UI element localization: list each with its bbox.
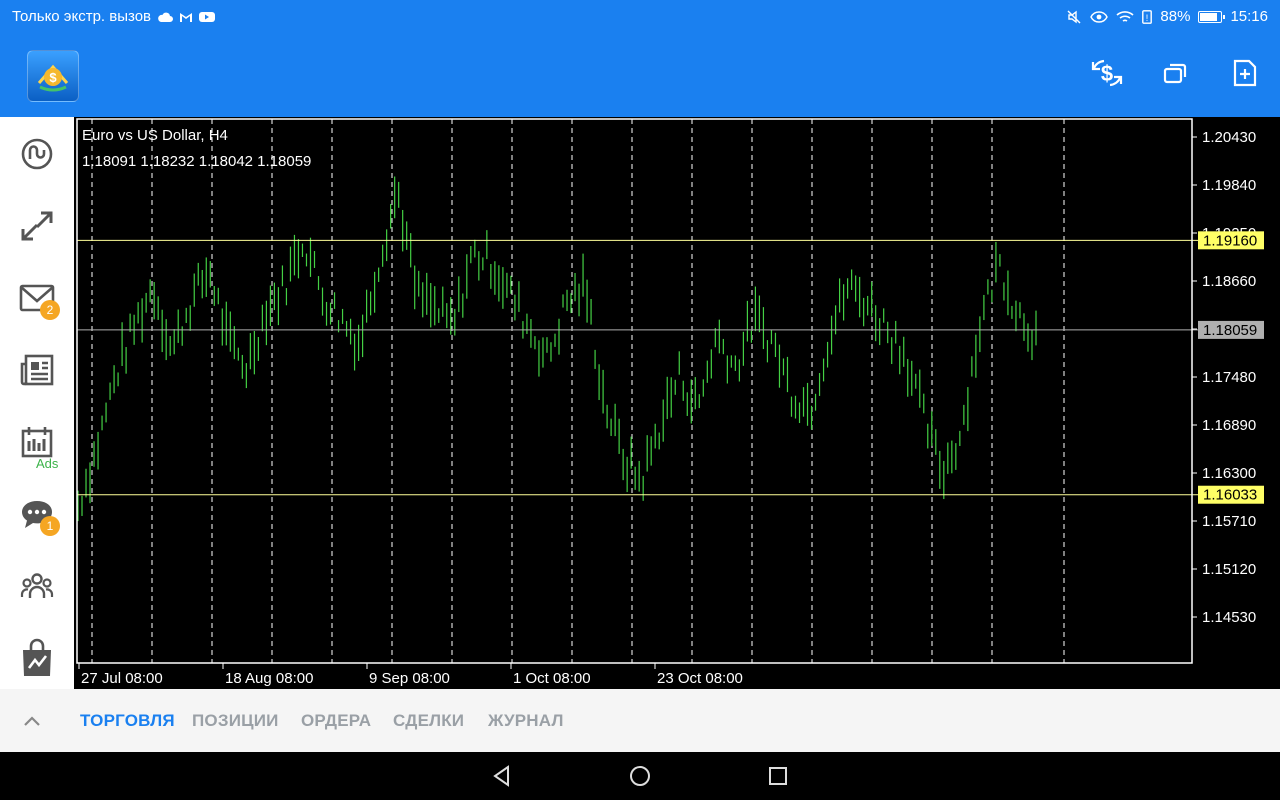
cloud-icon [157,11,174,23]
tab-deals[interactable]: СДЕЛКИ [393,711,464,731]
sidebar-item-quotes[interactable] [0,118,74,190]
eye-icon [1090,10,1109,24]
battery-percent: 88% [1160,8,1191,25]
price-axis-label: 1.15120 [1202,561,1256,578]
chat-badge: 1 [40,516,60,536]
tab-positions[interactable]: ПОЗИЦИИ [192,711,279,731]
time-axis-label: 23 Oct 08:00 [657,670,743,687]
calendar-icon [21,427,53,458]
youtube-icon [199,11,216,23]
price-tag-label: 1.18059 [1203,322,1257,339]
sidebar-item-trade[interactable] [0,190,74,262]
time-axis-label: 27 Jul 08:00 [81,670,163,687]
chevron-up-icon[interactable] [20,711,44,731]
price-chart[interactable]: 1.204301.198401.192501.186601.180701.174… [74,117,1280,689]
battery-fill [1200,12,1218,21]
price-axis-label: 1.18660 [1202,273,1256,290]
sidebar-item-mail[interactable]: 2 [0,262,74,334]
sidebar-item-community[interactable] [0,550,74,622]
sim-alert-icon: ! [1142,9,1153,24]
recents-icon[interactable] [766,764,790,788]
windows-icon[interactable] [1158,55,1194,91]
svg-text:$: $ [1101,61,1113,86]
gmail-icon [179,11,193,23]
currency-exchange-icon[interactable]: $ [1089,55,1125,91]
sidebar-item-chat[interactable]: 1 [0,478,74,550]
ads-label: Ads [36,456,59,471]
back-icon[interactable] [490,764,514,788]
home-icon[interactable] [628,764,652,788]
sidebar-item-calendar[interactable]: Ads [0,406,74,478]
tab-trade[interactable]: ТОРГОВЛЯ [80,711,175,731]
clock-time: 15:16 [1230,8,1268,25]
price-axis-label: 1.17480 [1202,369,1256,386]
tab-orders[interactable]: ОРДЕРА [301,711,371,731]
sidebar-item-market[interactable] [0,622,74,694]
trade-arrows-icon [21,211,53,241]
top-bar: Только экстр. вызов ! 88% 15:16 $ $ [0,0,1280,117]
bottom-tabs: ТОРГОВЛЯ ПОЗИЦИИ ОРДЕРА СДЕЛКИ ЖУРНАЛ [0,689,1280,752]
price-axis-label: 1.16890 [1202,417,1256,434]
status-left: Только экстр. вызов [12,8,216,25]
new-document-icon[interactable] [1227,55,1263,91]
news-icon [20,354,54,386]
sidebar-item-news[interactable] [0,334,74,406]
battery-icon [1198,10,1226,23]
price-tag-label: 1.19160 [1203,232,1257,249]
price-axis-label: 1.15710 [1202,513,1256,530]
price-axis-label: 1.19840 [1202,177,1256,194]
price-axis-label: 1.14530 [1202,609,1256,626]
svg-text:$: $ [49,70,57,85]
tab-journal[interactable]: ЖУРНАЛ [488,711,564,731]
mail-badge: 2 [40,300,60,320]
carrier-text: Только экстр. вызов [12,8,152,25]
wifi-icon [1116,10,1134,24]
mute-icon [1066,9,1082,25]
metatrader-logo-icon[interactable]: $ [27,50,79,102]
community-icon [20,573,54,598]
price-axis-label: 1.20430 [1202,129,1256,146]
chart-ohlc: 1.18091 1.18232 1.18042 1.18059 [82,153,312,170]
market-bag-icon [23,638,51,676]
svg-text:!: ! [1146,13,1149,23]
sidebar: 2 Ads 1 [0,117,74,689]
time-axis-label: 1 Oct 08:00 [513,670,591,687]
quotes-icon [21,138,53,170]
status-right: ! 88% 15:16 [1066,8,1268,25]
price-tag-label: 1.16033 [1203,487,1257,504]
app-window: Только экстр. вызов ! 88% 15:16 $ $ 2 Ad… [0,0,1280,800]
status-bar: Только экстр. вызов ! 88% 15:16 [0,0,1280,34]
chart-frame [76,118,1193,664]
price-axis-label: 1.16300 [1202,465,1256,482]
time-axis-label: 18 Aug 08:00 [225,670,313,687]
chart-title: Euro vs US Dollar, H4 [82,127,228,144]
chart-area[interactable]: 1.204301.198401.192501.186601.180701.174… [74,117,1280,689]
time-axis-label: 9 Sep 08:00 [369,670,450,687]
system-nav-bar [0,752,1280,800]
